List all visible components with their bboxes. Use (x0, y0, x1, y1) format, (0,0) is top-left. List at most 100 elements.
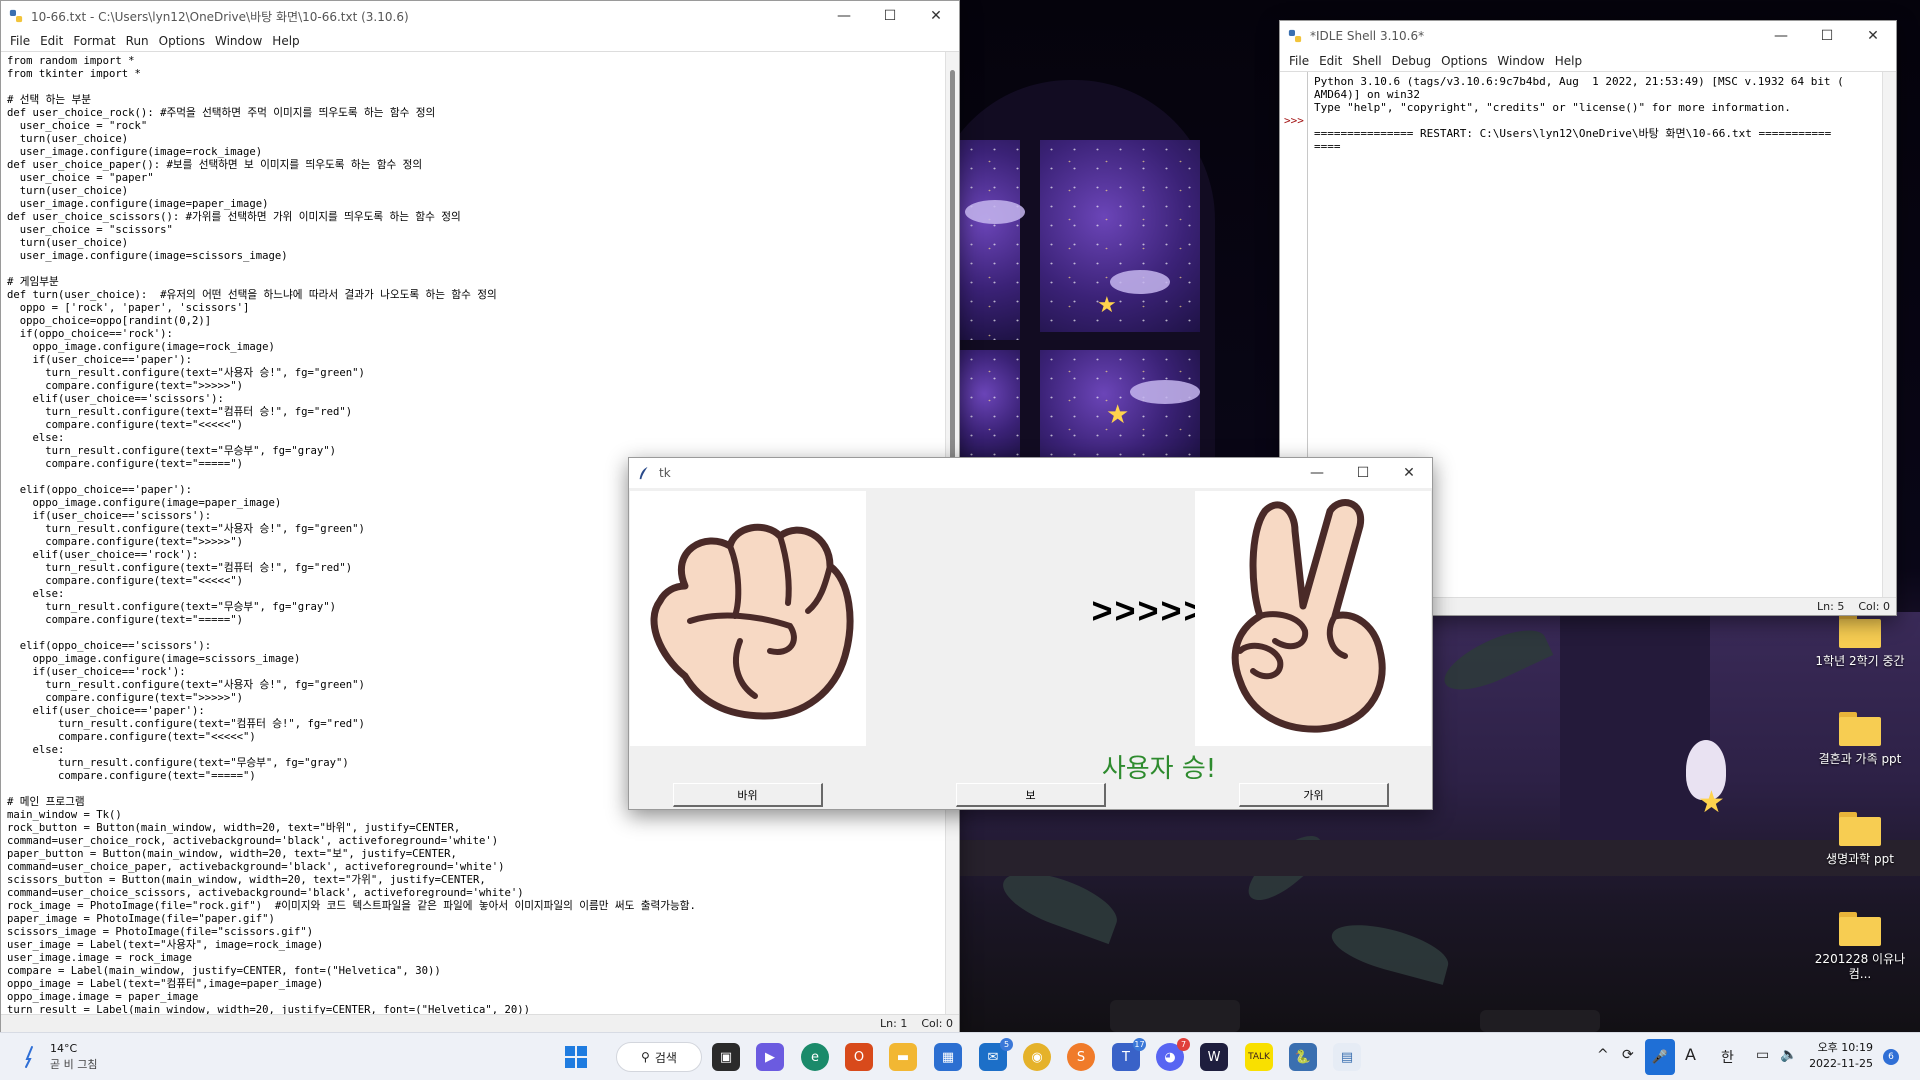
rock-button[interactable]: 바위 (673, 783, 823, 807)
kakaotalk-icon[interactable]: TALK (1245, 1043, 1273, 1071)
shell-scrollbar[interactable] (1882, 72, 1896, 597)
network-icon[interactable]: ▭ (1756, 1047, 1769, 1063)
close-button[interactable]: ✕ (913, 1, 959, 31)
user-image (630, 491, 866, 746)
menu-window[interactable]: Window (210, 34, 267, 48)
shell-menubar: File Edit Shell Debug Options Window Hel… (1280, 51, 1896, 71)
editor-code[interactable]: from random import * from tkinter import… (7, 55, 696, 1014)
desktop-icon-folder[interactable]: 생명과학 ppt (1810, 812, 1910, 867)
office-icon[interactable]: O (845, 1043, 873, 1071)
menu-options[interactable]: Options (1436, 54, 1492, 68)
wallpaper-star: ★ (1698, 785, 1725, 820)
maximize-button[interactable]: ☐ (1804, 21, 1850, 51)
menu-file[interactable]: File (5, 34, 35, 48)
language-indicator[interactable]: 한 (1721, 1047, 1734, 1067)
chevron-up-icon[interactable]: ^ (1597, 1047, 1609, 1063)
menu-edit[interactable]: Edit (35, 34, 68, 48)
minimize-button[interactable]: — (1758, 21, 1804, 51)
minimize-button[interactable]: — (821, 1, 867, 31)
menu-help[interactable]: Help (1550, 54, 1587, 68)
wallpaper-star: ★ (1097, 293, 1117, 318)
windows-logo-icon (565, 1046, 587, 1068)
desktop-icon-folder[interactable]: 결혼과 가족 ppt (1810, 712, 1910, 767)
weather-widget[interactable]: 14°C 곧 비 그침 (20, 1041, 97, 1072)
wallpaper-pot (1110, 1000, 1240, 1032)
sync-icon[interactable]: ⟳ (1622, 1047, 1634, 1063)
maximize-button[interactable]: ☐ (867, 1, 913, 31)
python-icon (9, 9, 23, 23)
tk-game-window[interactable]: tk — ☐ ✕ >>>>> 사용자 승! 바위 보 가위 (628, 457, 1433, 810)
weather-condition: 곧 비 그침 (50, 1058, 98, 1071)
scissors-hand-icon (1231, 499, 1386, 733)
wallpaper-star: ★ (1106, 400, 1130, 430)
editor-status-line: Ln: 1 (880, 1017, 908, 1030)
close-button[interactable]: ✕ (1386, 458, 1432, 488)
wallpaper-fish (965, 200, 1025, 224)
shell-titlebar[interactable]: *IDLE Shell 3.10.6* — ☐ ✕ (1280, 21, 1896, 51)
folder-icon (1839, 712, 1881, 746)
notification-badge[interactable]: 6 (1883, 1049, 1899, 1065)
clock-date: 2022-11-25 (1809, 1057, 1873, 1070)
wallpaper-pot (1480, 1010, 1600, 1032)
desktop-icon-label: 생명과학 ppt (1826, 852, 1894, 866)
minimize-button[interactable]: — (1294, 458, 1340, 488)
wallpaper-pane (960, 350, 1020, 460)
menu-debug[interactable]: Debug (1387, 54, 1436, 68)
python-tk-icon[interactable]: ▤ (1333, 1043, 1361, 1071)
python-idle-icon[interactable]: 🐍 (1289, 1043, 1317, 1071)
menu-window[interactable]: Window (1492, 54, 1549, 68)
menu-help[interactable]: Help (267, 34, 304, 48)
chrome-icon[interactable]: ◉ (1023, 1043, 1051, 1071)
search-icon: ⚲ (641, 1050, 650, 1064)
microphone-icon[interactable]: 🎤 (1645, 1039, 1675, 1075)
rock-fist-icon (650, 523, 854, 720)
s-app-icon[interactable]: S (1067, 1043, 1095, 1071)
desktop-icon-folder[interactable]: 1학년 2학기 중간 (1810, 614, 1910, 669)
maximize-button[interactable]: ☐ (1340, 458, 1386, 488)
webex-icon[interactable]: W (1200, 1043, 1228, 1071)
editor-menubar: File Edit Format Run Options Window Help (1, 31, 959, 51)
shell-status-line: Ln: 5 (1817, 600, 1845, 613)
teams-icon[interactable]: T 17 (1112, 1038, 1146, 1071)
search-label: 검색 (654, 1050, 677, 1065)
taskbar-clock[interactable]: 오후 10:19 2022-11-25 (1803, 1040, 1873, 1072)
store-icon[interactable]: ▦ (934, 1043, 962, 1071)
python-icon (1288, 29, 1302, 43)
menu-format[interactable]: Format (68, 34, 120, 48)
weather-temp: 14°C (50, 1042, 78, 1055)
shell-title: *IDLE Shell 3.10.6* (1310, 29, 1425, 43)
rain-icon (25, 1045, 33, 1068)
turn-result-label: 사용자 승! (1101, 754, 1217, 784)
task-view-icon[interactable]: ▣ (712, 1043, 740, 1071)
discord-icon[interactable]: ◕ 7 (1156, 1038, 1190, 1071)
desktop-icon-folder[interactable]: 2201228 이유나 컴... (1810, 912, 1910, 982)
wallpaper-fish (1110, 270, 1170, 294)
menu-shell[interactable]: Shell (1347, 54, 1386, 68)
start-button[interactable] (562, 1043, 590, 1071)
discord-badge: 7 (1177, 1038, 1190, 1051)
wallpaper-window-sill (960, 840, 1920, 876)
mail-icon[interactable]: ✉ 5 (979, 1038, 1013, 1071)
tk-titlebar[interactable]: tk — ☐ ✕ (629, 458, 1432, 488)
menu-run[interactable]: Run (121, 34, 154, 48)
folder-icon (1839, 812, 1881, 846)
editor-titlebar[interactable]: 10-66.txt - C:\Users\lyn12\OneDrive\바탕 화… (1, 1, 959, 31)
speaker-icon[interactable]: 🔈 (1780, 1047, 1797, 1063)
scissors-button[interactable]: 가위 (1239, 783, 1389, 807)
tk-title: tk (659, 466, 671, 480)
close-button[interactable]: ✕ (1850, 21, 1896, 51)
edge-icon[interactable]: e (801, 1043, 829, 1071)
menu-file[interactable]: File (1284, 54, 1314, 68)
paper-button[interactable]: 보 (956, 783, 1106, 807)
file-explorer-icon[interactable]: ▬ (889, 1043, 917, 1071)
menu-options[interactable]: Options (154, 34, 210, 48)
mail-badge: 5 (1000, 1038, 1013, 1051)
ime-mode[interactable]: A (1685, 1045, 1696, 1064)
oppo-image (1195, 491, 1431, 746)
taskbar-search[interactable]: ⚲ 검색 (616, 1042, 702, 1072)
menu-edit[interactable]: Edit (1314, 54, 1347, 68)
wallpaper-pane (1040, 140, 1200, 332)
desktop-icon-label: 결혼과 가족 ppt (1818, 752, 1902, 766)
teams-chat-icon[interactable]: ▶ (756, 1043, 784, 1071)
tk-feather-icon (639, 466, 648, 480)
